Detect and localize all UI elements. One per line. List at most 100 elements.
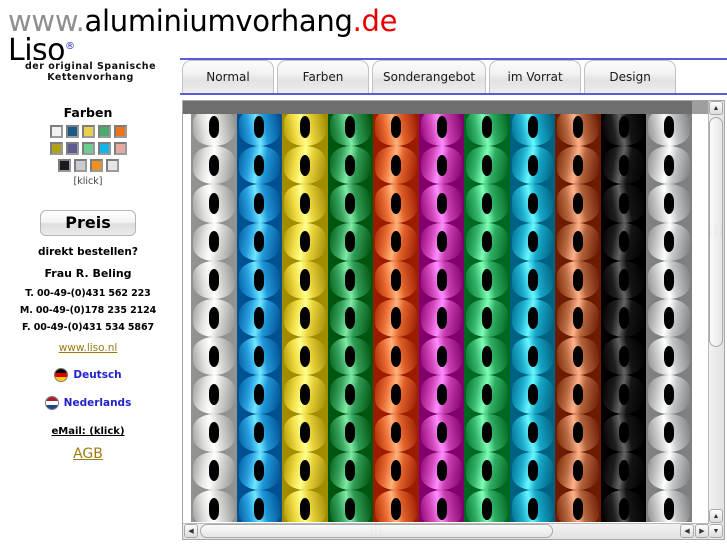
brand-tagline: der original Spanische Kettenvorhang <box>8 61 173 83</box>
agb-link[interactable]: AGB <box>0 446 176 462</box>
color-swatch-rose[interactable] <box>113 142 127 155</box>
chain-link <box>420 451 463 490</box>
chain-link <box>602 260 645 299</box>
chain-link <box>238 260 281 299</box>
chain-link <box>193 260 235 299</box>
color-swatch-mint[interactable] <box>81 142 95 155</box>
german-flag-icon <box>54 368 69 382</box>
color-swatch-olive[interactable] <box>49 142 63 155</box>
vertical-scrollbar[interactable]: ▲ : : :: : :: : : ▲ ▼ <box>708 101 724 539</box>
chain-link <box>602 375 645 414</box>
phone-telephone: T. 00-49-(0)431 562 223 <box>25 288 151 299</box>
color-swatch-violet[interactable] <box>65 142 79 155</box>
chain-column <box>418 114 465 522</box>
scroll-thumb-grip-icon-h: : : :: : :: : : <box>370 524 383 538</box>
color-swatch-blue[interactable] <box>65 125 79 138</box>
farben-heading: Farben <box>63 105 113 120</box>
chain-link <box>511 298 554 338</box>
chain-link <box>238 451 281 490</box>
scroll-up-button[interactable]: ▲ <box>709 101 723 115</box>
scroll-down-button[interactable]: ▼ <box>709 524 723 538</box>
tab-sonderangebot[interactable]: Sonderangebot <box>372 60 487 93</box>
horizontal-scroll-thumb[interactable]: : : :: : :: : : <box>200 524 553 538</box>
chain-link <box>511 375 554 414</box>
chain-link <box>466 114 508 147</box>
chain-link <box>648 375 691 414</box>
website-link[interactable]: www.liso.nl <box>0 342 176 354</box>
color-swatch-orange[interactable] <box>113 125 127 138</box>
chain-link <box>466 375 508 414</box>
chain-link <box>511 337 554 376</box>
language-label-nederlands: Nederlands <box>63 397 132 409</box>
chain-link <box>238 337 281 376</box>
chain-link <box>557 260 599 299</box>
chain-link <box>329 260 372 299</box>
order-question: direkt bestellen? <box>38 246 138 258</box>
chain-link <box>557 222 599 261</box>
url-domain: aluminiumvorhang <box>84 4 353 38</box>
language-link-nederlands[interactable]: Nederlands <box>0 396 176 410</box>
phone-fax: F. 00-49-(0)431 534 5867 <box>22 322 154 333</box>
chain-link <box>329 114 372 147</box>
chain-link <box>648 184 691 223</box>
chain-link <box>466 489 508 522</box>
viewer-gray-band <box>183 101 692 114</box>
registered-trademark-icon: ® <box>65 41 75 52</box>
chain-link <box>602 114 645 147</box>
color-swatch-green[interactable] <box>97 125 111 138</box>
color-swatch-black[interactable] <box>57 159 71 172</box>
chain-link <box>238 184 281 223</box>
chain-link <box>284 114 326 147</box>
chain-link <box>511 222 554 261</box>
chain-column <box>191 114 237 522</box>
scroll-up-button-bottom[interactable]: ▲ <box>709 509 723 523</box>
chain-link <box>420 337 463 376</box>
image-viewer: ▲ : : :: : :: : : ▲ ▼ ◀ : : :: : :: : : … <box>182 100 725 540</box>
chain-link <box>375 222 417 261</box>
chain-link <box>557 184 599 223</box>
chain-link <box>329 413 372 452</box>
chain-link <box>648 451 691 490</box>
scroll-right-button[interactable]: ▶ <box>695 524 709 538</box>
scroll-thumb-grip-icon: : : :: : :: : : <box>710 225 722 239</box>
tab-farben[interactable]: Farben <box>277 60 369 93</box>
contact-person: Frau R. Beling <box>44 267 132 280</box>
chain-link <box>238 375 281 414</box>
chain-link <box>602 298 645 338</box>
brand-name-text: Liso <box>8 34 66 61</box>
color-swatch-silver[interactable] <box>73 159 87 172</box>
chain-link <box>557 413 599 452</box>
chain-link <box>420 114 463 147</box>
chain-link <box>420 260 463 299</box>
scroll-left-button-right[interactable]: ◀ <box>680 524 694 538</box>
color-swatch-light-grey[interactable] <box>105 159 119 172</box>
color-swatch-white[interactable] <box>49 125 63 138</box>
tab-design[interactable]: Design <box>584 60 677 93</box>
color-swatch-grid[interactable] <box>0 125 176 172</box>
tab-normal[interactable]: Normal <box>182 60 274 93</box>
color-swatch-yellow[interactable] <box>81 125 95 138</box>
language-link-deutsch[interactable]: Deutsch <box>0 368 176 382</box>
color-swatch-amber[interactable] <box>89 159 103 172</box>
chain-link <box>375 298 417 338</box>
horizontal-scrollbar[interactable]: ◀ : : :: : :: : : ◀ ▶ <box>183 523 710 539</box>
color-swatch-cyan[interactable] <box>97 142 111 155</box>
chain-link <box>557 489 599 522</box>
tab-im-vorrat[interactable]: im Vorrat <box>489 60 582 93</box>
chain-column <box>600 114 647 522</box>
swatch-klick-label[interactable]: [klick] <box>0 176 176 187</box>
vertical-scroll-thumb[interactable]: : : :: : :: : : <box>709 117 723 347</box>
chain-link <box>193 375 235 414</box>
preis-button[interactable]: Preis <box>40 210 136 236</box>
chain-link <box>511 413 554 452</box>
chain-link <box>375 451 417 490</box>
chain-link <box>602 451 645 490</box>
email-link[interactable]: eMail: (klick) <box>0 426 176 437</box>
dutch-flag-icon <box>44 396 59 410</box>
chain-link <box>193 114 235 147</box>
chain-link <box>648 298 691 338</box>
scroll-left-button[interactable]: ◀ <box>184 524 198 538</box>
tab-list: Normal Farben Sonderangebot im Vorrat Design <box>182 60 677 93</box>
chain-link <box>238 146 281 185</box>
chain-link <box>420 413 463 452</box>
